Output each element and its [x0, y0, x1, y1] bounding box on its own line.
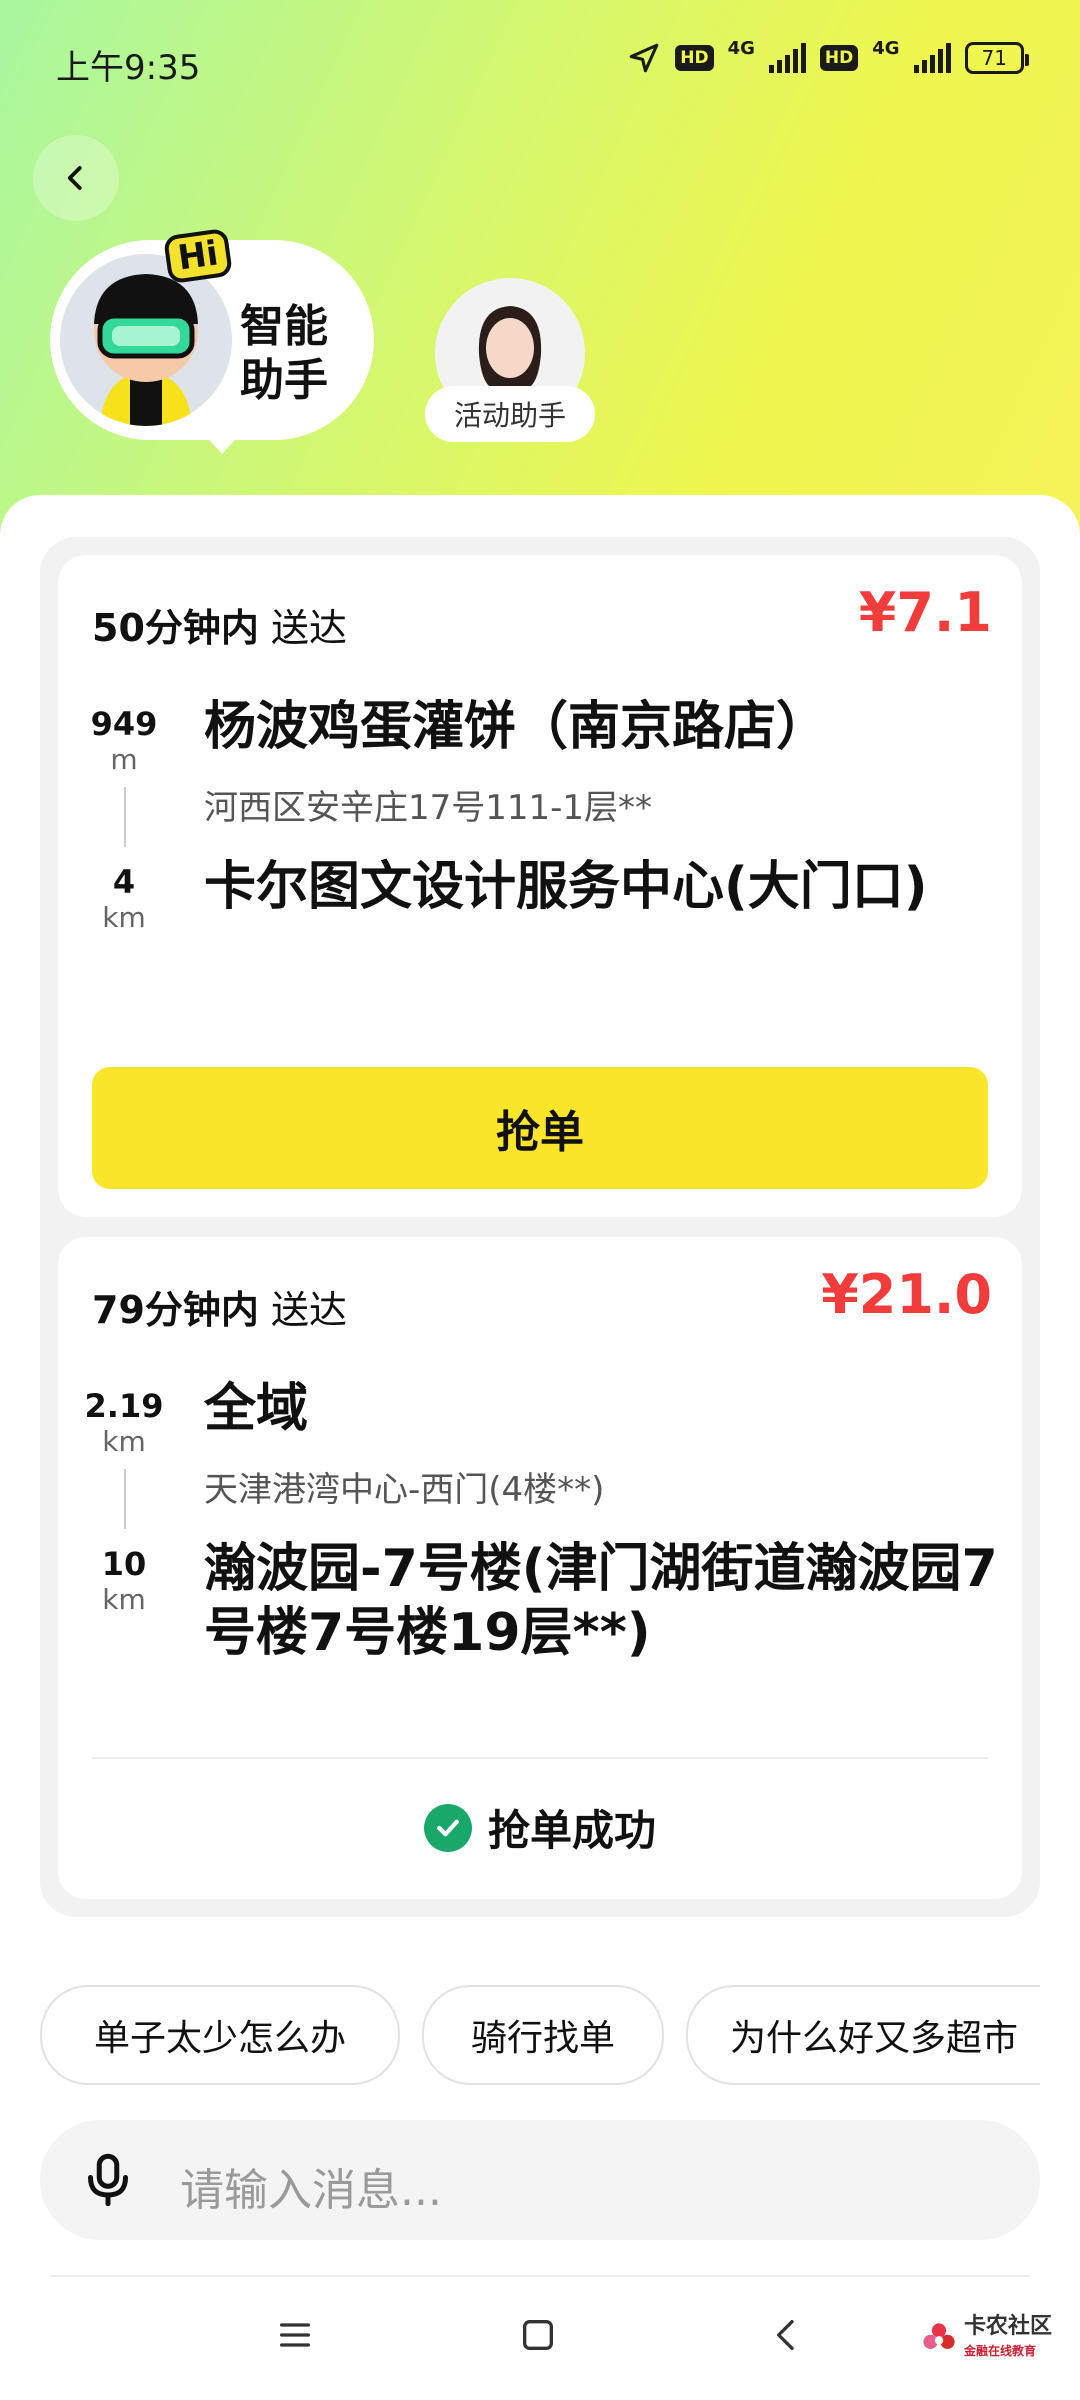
distance-value: 949: [90, 705, 158, 743]
eta-suffix: 送达: [270, 1288, 347, 1332]
message-input-bar[interactable]: 请输入消息...: [40, 2120, 1040, 2240]
flower-logo-icon: [923, 2323, 955, 2349]
watermark-sub: 金融在线教育: [963, 2344, 1036, 2358]
main-panel: 50分钟内 送达 ¥7.1 949 m 杨波鸡蛋灌饼（南京路店） 河西区安辛庄1…: [0, 495, 1080, 2400]
smart-assistant-label: 智能助手: [240, 301, 328, 406]
network-type: 4G: [872, 38, 900, 59]
quick-reply-chip[interactable]: 单子太少怎么办: [40, 1985, 400, 2085]
eta-suffix: 送达: [270, 606, 347, 650]
smart-assistant-button[interactable]: Hi 智能助手: [50, 227, 374, 454]
eta-time: 50分钟内: [92, 606, 259, 650]
delivery-eta: 79分钟内 送达: [92, 1279, 347, 1334]
dropoff-name: 瀚波园-7号楼(津门湖街道瀚波园7号楼7号楼19层**): [204, 1539, 998, 1663]
distance-unit: km: [102, 1583, 146, 1616]
hi-badge: Hi: [162, 227, 234, 285]
order-price: ¥21.0: [821, 1263, 992, 1326]
back-nav-button[interactable]: [767, 2315, 807, 2359]
hd-badge: HD: [675, 44, 714, 71]
dropoff-name: 卡尔图文设计服务中心(大门口): [204, 857, 928, 917]
microphone-icon[interactable]: [78, 2150, 138, 2214]
dropoff-distance: 10 km: [84, 1545, 164, 1616]
success-text: 抢单成功: [487, 1806, 656, 1855]
quick-reply-chip[interactable]: 骑行找单: [422, 1985, 664, 2085]
quick-reply-list: 单子太少怎么办 骑行找单 为什么好又多超市: [40, 1985, 1040, 2085]
robot-illustration: [60, 254, 232, 426]
grab-order-button[interactable]: 抢单: [92, 1067, 988, 1189]
order-list: 50分钟内 送达 ¥7.1 949 m 杨波鸡蛋灌饼（南京路店） 河西区安辛庄1…: [40, 537, 1040, 1917]
pickup-distance: 949 m: [84, 705, 164, 776]
divider: [50, 2275, 1030, 2277]
signal-icon: [768, 42, 806, 73]
location-icon: [629, 43, 659, 72]
distance-value: 10: [101, 1545, 147, 1583]
status-time: 上午9:35: [56, 48, 201, 88]
home-nav-button[interactable]: [518, 2315, 558, 2359]
dropoff-distance: 4 km: [84, 863, 164, 934]
order-card: 50分钟内 送达 ¥7.1 949 m 杨波鸡蛋灌饼（南京路店） 河西区安辛庄1…: [58, 555, 1022, 1217]
check-circle-icon: [423, 1803, 472, 1852]
status-icons: HD 4G HD 4G 71: [627, 38, 1030, 77]
system-nav-bar: 卡农社区金融在线教育: [0, 2285, 1080, 2400]
robot-avatar: [60, 254, 232, 426]
route-line: [124, 1469, 126, 1529]
distance-value: 2.19: [84, 1387, 164, 1425]
signal-icon: [913, 42, 951, 73]
chevron-left-icon: [67, 166, 82, 190]
grab-success-status: 抢单成功: [58, 1797, 1022, 1858]
distance-unit: km: [102, 901, 146, 934]
pickup-name: 杨波鸡蛋灌饼（南京路店）: [204, 697, 829, 757]
status-bar: 上午9:35 HD 4G HD 4G 71: [0, 0, 1080, 110]
distance-value: 4: [112, 863, 136, 901]
distance-unit: m: [110, 743, 138, 776]
distance-unit: km: [102, 1425, 146, 1458]
pickup-address: 河西区安辛庄17号111-1层**: [204, 788, 653, 828]
quick-reply-chip[interactable]: 为什么好又多超市: [686, 1985, 1040, 2085]
back-button[interactable]: [33, 135, 119, 221]
network-type: 4G: [727, 38, 755, 59]
message-input[interactable]: 请输入消息...: [180, 2154, 442, 2218]
eta-time: 79分钟内: [92, 1288, 259, 1332]
order-price: ¥7.1: [858, 581, 992, 644]
activity-assistant-label: 活动助手: [425, 386, 595, 442]
divider: [92, 1757, 988, 1759]
watermark-brand: 卡农社区: [963, 2314, 1052, 2339]
activity-assistant-button[interactable]: 活动助手: [425, 278, 595, 442]
delivery-eta: 50分钟内 送达: [92, 597, 347, 652]
pickup-address: 天津港湾中心-西门(4楼**): [204, 1470, 605, 1510]
menu-nav-button[interactable]: [275, 2315, 315, 2359]
route-line: [124, 787, 126, 847]
pickup-distance: 2.19 km: [84, 1387, 164, 1458]
watermark-logo: 卡农社区金融在线教育: [922, 2315, 1052, 2363]
hd-badge: HD: [819, 44, 859, 71]
pickup-name: 全域: [204, 1379, 309, 1439]
battery-icon: 71: [964, 41, 1030, 74]
order-card: 79分钟内 送达 ¥21.0 2.19 km 全域 天津港湾中心-西门(4楼**…: [58, 1237, 1022, 1899]
